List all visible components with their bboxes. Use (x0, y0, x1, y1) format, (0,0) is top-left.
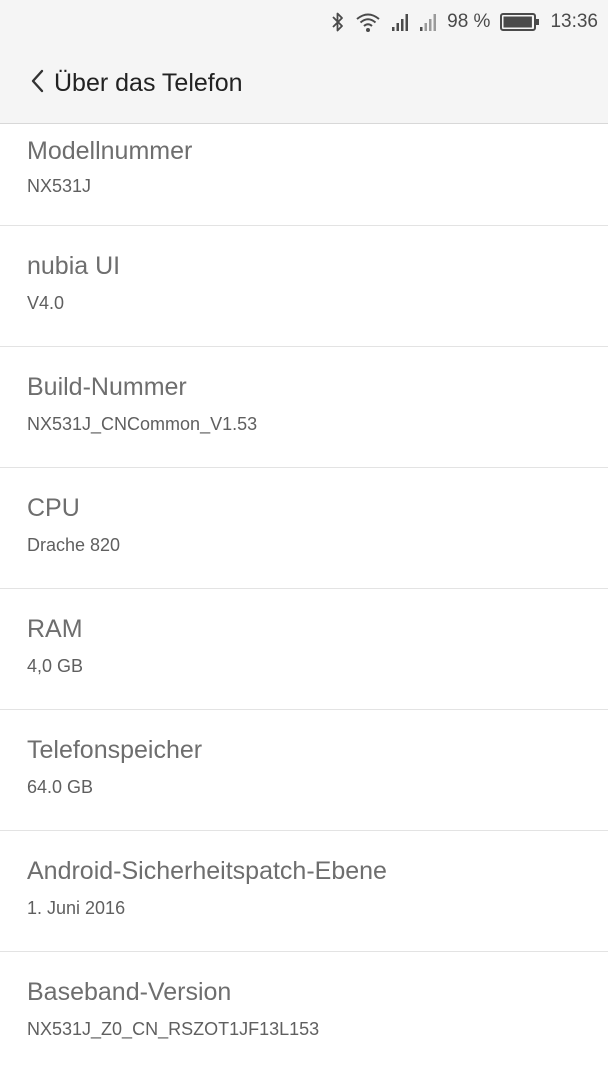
list-item-model-number[interactable]: Modellnummer NX531J (0, 124, 608, 226)
battery-icon (500, 12, 540, 32)
bluetooth-icon (331, 11, 345, 33)
chevron-left-icon (28, 67, 48, 100)
page-title: Über das Telefon (54, 69, 243, 97)
wifi-icon (355, 11, 381, 33)
list-item-phone-storage[interactable]: Telefonspeicher 64.0 GB (0, 710, 608, 831)
item-title: Telefonspeicher (27, 736, 203, 764)
list-item-nubia-ui[interactable]: nubia UI V4.0 (0, 226, 608, 347)
item-value: 4,0 GB (27, 656, 84, 676)
item-title: Modellnummer (27, 137, 193, 165)
item-title: CPU (27, 494, 80, 522)
item-value: NX531J_CNCommon_V1.53 (27, 414, 258, 434)
item-value: NX531J (27, 176, 92, 196)
list-item-ram[interactable]: RAM 4,0 GB (0, 589, 608, 710)
item-value: V4.0 (27, 293, 65, 313)
clock: 13:36 (550, 11, 598, 32)
item-value: 64.0 GB (27, 777, 94, 797)
settings-list: Modellnummer NX531J nubia UI V4.0 Build-… (0, 124, 608, 1073)
signal-icon (419, 12, 437, 32)
list-item-security-patch[interactable]: Android-Sicherheitspatch-Ebene 1. Juni 2… (0, 831, 608, 952)
item-value: Drache 820 (27, 535, 121, 555)
item-value: NX531J_Z0_CN_RSZOT1JF13L153 (27, 1019, 320, 1039)
item-title: RAM (27, 615, 83, 643)
signal-icon (391, 12, 409, 32)
list-item-cpu[interactable]: CPU Drache 820 (0, 468, 608, 589)
list-item-baseband-version[interactable]: Baseband-Version NX531J_Z0_CN_RSZOT1JF13… (0, 952, 608, 1073)
item-title: Build-Nummer (27, 373, 187, 401)
list-item-build-number[interactable]: Build-Nummer NX531J_CNCommon_V1.53 (0, 347, 608, 468)
battery-percent: 98 % (447, 11, 491, 32)
item-title: Android-Sicherheitspatch-Ebene (27, 857, 387, 885)
item-title: Baseband-Version (27, 978, 232, 1006)
status-bar: 98 % 13:36 (0, 0, 608, 44)
app-bar: Über das Telefon (0, 44, 608, 124)
item-title: nubia UI (27, 252, 121, 280)
status-icons: 98 % 13:36 (321, 0, 598, 44)
item-value: 1. Juni 2016 (27, 898, 126, 918)
